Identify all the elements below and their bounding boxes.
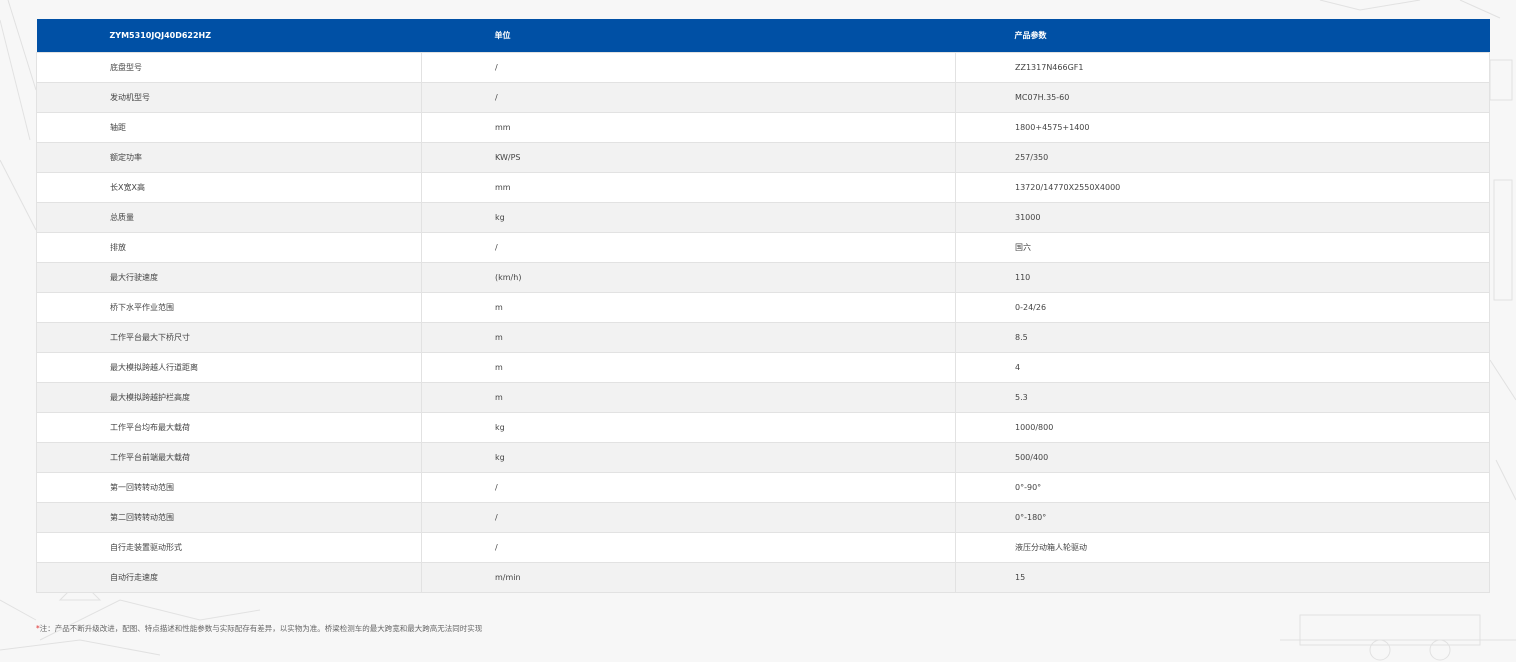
spec-name: 长X宽X高: [36, 171, 422, 203]
spec-unit: /: [421, 231, 956, 263]
spec-name: 最大模拟跨越人行道距离: [36, 351, 422, 383]
spec-value: 13720/14770X2550X4000: [955, 171, 1490, 203]
header-params: 产品参数: [1014, 30, 1047, 40]
spec-name: 总质量: [36, 201, 422, 233]
spec-name: 发动机型号: [36, 81, 422, 113]
spec-name: 最大行驶速度: [36, 261, 422, 293]
spec-value: 0°-180°: [955, 501, 1490, 533]
table-row: 第二回转转动范围/0°-180°: [36, 501, 1490, 533]
table-row: 总质量 kg 31000: [36, 201, 1490, 233]
spec-unit: (km/h): [421, 261, 956, 293]
spec-unit: kg: [421, 201, 956, 233]
spec-value: 15: [955, 561, 1490, 593]
spec-unit: /: [421, 81, 956, 113]
spec-unit: /: [421, 51, 956, 83]
spec-name: 第二回转转动范围: [36, 501, 422, 533]
spec-table: ZYM5310JQJ40D622HZ 单位 产品参数 底盘型号 / ZZ1317N4…: [36, 19, 1490, 593]
spec-unit: /: [421, 471, 956, 503]
spec-value: 5.3: [955, 381, 1490, 413]
spec-name: 轴距: [36, 111, 422, 143]
spec-value: ZZ1317N466GF1: [955, 51, 1490, 83]
table-row: 最大模拟跨越人行道距离 m 4: [36, 351, 1490, 383]
spec-name: 工作平台最大下桥尺寸: [36, 321, 422, 353]
spec-value: 液压分动箱人轮驱动: [955, 531, 1490, 563]
spec-unit: mm: [421, 111, 956, 143]
footnote: *注：产品不断升级改进，配图、特点描述和性能参数与实际配存有差异，以实物为准。桥…: [36, 623, 482, 634]
table-row: 自行走装置驱动形式 / 液压分动箱人轮驱动: [36, 531, 1490, 563]
spec-value: 国六: [955, 231, 1490, 263]
spec-unit: mm: [421, 171, 956, 203]
spec-name: 桥下水平作业范围: [36, 291, 422, 323]
table-row: 排放 / 国六: [36, 231, 1490, 263]
spec-value: 110: [955, 261, 1490, 293]
table-body: 底盘型号 / ZZ1317N466GF1 发动机型号 / MC07H.35-60 轴距 mm 1…: [36, 51, 1490, 593]
spec-name: 最大模拟跨越护栏高度: [36, 381, 422, 413]
table-row: 最大行驶速度 (km/h) 110: [36, 261, 1490, 293]
spec-name: 底盘型号: [36, 51, 422, 83]
footnote-text: 注：产品不断升级改进，配图、特点描述和性能参数与实际配存有差异，以实物为准。桥梁…: [39, 624, 483, 633]
spec-unit: m: [421, 351, 956, 383]
table-row: 轴距 mm 1800+4575+1400: [36, 111, 1490, 143]
spec-name: 自动行走速度: [36, 561, 422, 593]
spec-value: 4: [955, 351, 1490, 383]
spec-name: 自行走装置驱动形式: [36, 531, 422, 563]
spec-unit: kg: [421, 411, 956, 443]
spec-unit: /: [421, 531, 956, 563]
table-row: 底盘型号 / ZZ1317N466GF1: [36, 51, 1490, 83]
spec-name: 工作平台均布最大载荷: [36, 411, 422, 443]
spec-name: 额定功率: [36, 141, 422, 173]
table-row: 桥下水平作业范围 m 0-24/26: [36, 291, 1490, 323]
spec-name: 工作平台前端最大载荷: [36, 441, 422, 473]
spec-value: 0-24/26: [955, 291, 1490, 323]
spec-value: 8.5: [955, 321, 1490, 353]
spec-value: 1000/800: [955, 411, 1490, 443]
spec-name: 第一回转转动范围: [36, 471, 422, 503]
spec-unit: m: [421, 291, 956, 323]
spec-value: 1800+4575+1400: [955, 111, 1490, 143]
spec-unit: kg: [421, 441, 956, 473]
table-row: 长X宽X高 mm 13720/14770X2550X4000: [36, 171, 1490, 203]
table-row: 工作平台最大下桥尺寸 m 8.5: [36, 321, 1490, 353]
spec-value: 257/350: [955, 141, 1490, 173]
spec-value: MC07H.35-60: [955, 81, 1490, 113]
spec-value: 31000: [955, 201, 1490, 233]
table-header-row: ZYM5310JQJ40D622HZ 单位 产品参数: [36, 19, 1490, 52]
table-row: 额定功率 KW/PS 257/350: [36, 141, 1490, 173]
table-row: 第一回转转动范围/0°-90°: [36, 471, 1490, 503]
table-row: 发动机型号 / MC07H.35-60: [36, 81, 1490, 113]
table-row: 工作平台前端最大载荷 kg 500/400: [36, 441, 1490, 473]
spec-unit: KW/PS: [421, 141, 956, 173]
table-row: 工作平台均布最大载荷 kg 1000/800: [36, 411, 1490, 443]
spec-value: 500/400: [955, 441, 1490, 473]
spec-name: 排放: [36, 231, 422, 263]
header-model: ZYM5310JQJ40D622HZ: [109, 30, 212, 40]
spec-value: 0°-90°: [955, 471, 1490, 503]
spec-unit: m: [421, 321, 956, 353]
spec-unit: m/min: [421, 561, 956, 593]
header-unit: 单位: [494, 30, 511, 40]
spec-table-container: ZYM5310JQJ40D622HZ 单位 产品参数 底盘型号 / ZZ1317N4…: [36, 19, 1490, 593]
spec-unit: /: [421, 501, 956, 533]
table-row: 最大模拟跨越护栏高度 m 5.3: [36, 381, 1490, 413]
table-row: 自动行走速度 m/min 15: [36, 561, 1490, 593]
spec-unit: m: [421, 381, 956, 413]
